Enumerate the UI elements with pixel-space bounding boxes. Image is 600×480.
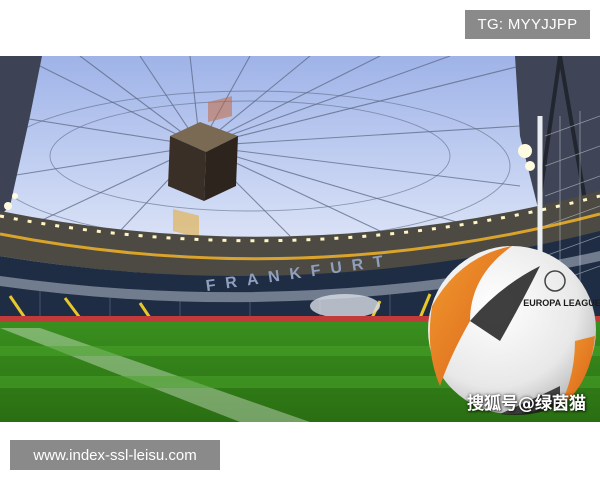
crest-emblem	[310, 294, 380, 318]
watermark: 搜狐号@绿茵猫	[467, 394, 586, 414]
stadium-photo: FRANKFURT EUROPA LEAGUE 搜狐号@绿茵猫	[0, 56, 600, 422]
tg-badge: TG: MYYJJPP	[465, 10, 590, 39]
stadium-scene: FRANKFURT EUROPA LEAGUE	[0, 56, 600, 422]
url-badge: www.index-ssl-leisu.com	[10, 440, 220, 470]
ball-brand-text: EUROPA LEAGUE	[523, 298, 600, 308]
